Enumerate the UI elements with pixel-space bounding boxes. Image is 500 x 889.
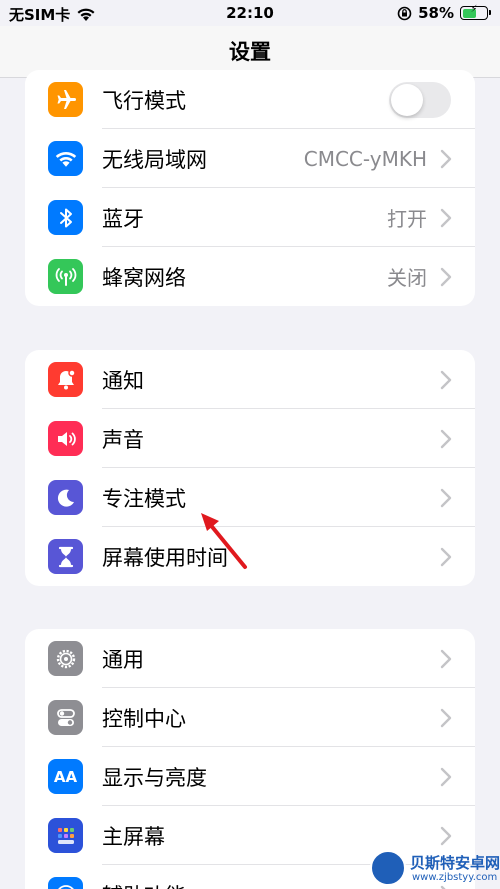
- chevron-right-icon: [440, 649, 452, 668]
- settings-row-general[interactable]: 通用: [25, 629, 475, 688]
- row-label: 飞行模式: [102, 88, 186, 113]
- row-label: 专注模式: [102, 486, 186, 511]
- row-label: 通知: [102, 368, 144, 393]
- row-value: 关闭: [387, 266, 427, 290]
- chevron-right-icon: [440, 429, 452, 448]
- chevron-right-icon: [440, 547, 452, 566]
- row-label: 蓝牙: [102, 206, 144, 231]
- settings-row-sounds[interactable]: 声音: [25, 409, 475, 468]
- text-size-icon: AA: [48, 759, 83, 794]
- chevron-right-icon: [440, 708, 452, 727]
- watermark-title: 贝斯特安卓网: [410, 854, 500, 872]
- chevron-right-icon: [440, 149, 452, 168]
- charging-bolt-icon: ⚡: [470, 4, 478, 15]
- settings-row-wifi[interactable]: 无线局域网 CMCC-yMKH: [25, 129, 475, 188]
- watermark-logo-icon: [370, 850, 406, 886]
- chevron-right-icon: [440, 370, 452, 389]
- page-title: 设置: [229, 40, 271, 64]
- status-bar: 无SIM卡 22:10 58% ⚡: [0, 0, 500, 26]
- watermark-url: www.zjbstyy.com: [412, 872, 498, 883]
- chevron-right-icon: [440, 767, 452, 786]
- row-label: 声音: [102, 427, 144, 452]
- chevron-right-icon: [440, 208, 452, 227]
- settings-row-display-brightness[interactable]: AA 显示与亮度: [25, 747, 475, 806]
- moon-icon: [48, 480, 83, 515]
- home-grid-icon: [48, 818, 83, 853]
- accessibility-icon: [48, 877, 83, 889]
- airplane-mode-toggle[interactable]: [389, 81, 451, 118]
- row-label: 蜂窝网络: [102, 265, 186, 290]
- site-watermark: 贝斯特安卓网 www.zjbstyy.com: [370, 850, 500, 889]
- battery-icon: ⚡: [460, 4, 491, 20]
- row-label: 辅助功能: [102, 880, 186, 889]
- chevron-right-icon: [440, 488, 452, 507]
- gear-icon: [48, 641, 83, 676]
- antenna-icon: [48, 259, 83, 294]
- settings-group-connectivity: 飞行模式 无线局域网 CMCC-yMKH 蓝牙 打开 蜂窝网络 关闭: [25, 70, 475, 306]
- switches-icon: [48, 700, 83, 735]
- row-label: 显示与亮度: [102, 765, 207, 790]
- airplane-icon: [48, 82, 83, 117]
- row-label: 主屏幕: [102, 824, 165, 849]
- settings-row-control-center[interactable]: 控制中心: [25, 688, 475, 747]
- row-label: 控制中心: [102, 706, 186, 731]
- battery-percent: 58%: [418, 4, 454, 22]
- row-value: 打开: [387, 207, 427, 231]
- bluetooth-icon: [48, 200, 83, 235]
- chevron-right-icon: [440, 826, 452, 845]
- settings-row-airplane-mode[interactable]: 飞行模式: [25, 70, 475, 129]
- row-label: 无线局域网: [102, 147, 207, 172]
- hourglass-icon: [48, 539, 83, 574]
- bell-icon: [48, 362, 83, 397]
- row-value: CMCC-yMKH: [303, 146, 427, 171]
- settings-row-bluetooth[interactable]: 蓝牙 打开: [25, 188, 475, 247]
- speaker-icon: [48, 421, 83, 456]
- red-annotation-arrow: [201, 513, 247, 569]
- chevron-right-icon: [440, 267, 452, 286]
- settings-row-notifications[interactable]: 通知: [25, 350, 475, 409]
- orientation-lock-icon: [397, 6, 412, 20]
- settings-row-cellular[interactable]: 蜂窝网络 关闭: [25, 247, 475, 306]
- row-label: 通用: [102, 647, 144, 672]
- wifi-icon: [48, 141, 83, 176]
- toggle-knob: [391, 83, 423, 116]
